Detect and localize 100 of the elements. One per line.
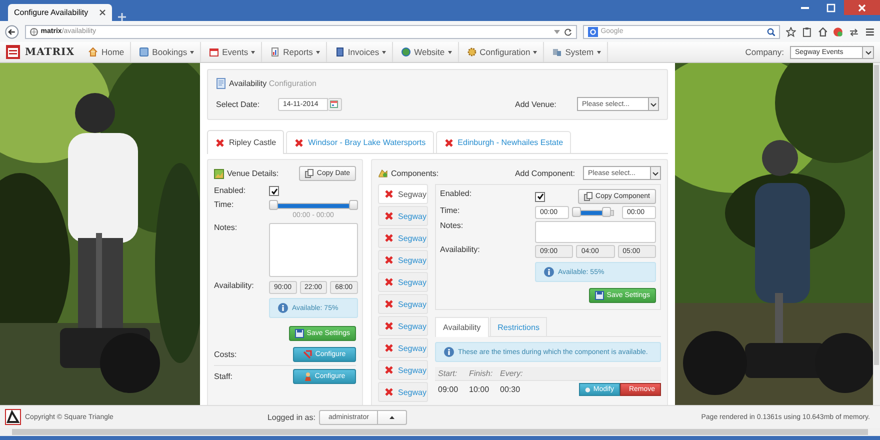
nav-menu-item[interactable]: Bookings — [133, 42, 202, 62]
slider-handle[interactable] — [572, 206, 581, 216]
minimize-icon — [801, 6, 809, 8]
info-icon — [544, 267, 554, 277]
field-label: Enabled: — [440, 189, 473, 198]
save-icon — [294, 329, 304, 338]
copy-icon — [304, 169, 314, 178]
venue-tab[interactable]: Ripley Castle — [207, 130, 284, 154]
check-icon — [270, 188, 278, 194]
venue-tab[interactable]: Edinburgh - Newhailes Estate — [436, 131, 572, 153]
maximize-icon — [826, 2, 836, 12]
globe-icon — [30, 28, 38, 36]
chevron-icon — [864, 50, 872, 54]
logo-icon — [6, 45, 20, 59]
calendar-button[interactable] — [328, 98, 342, 110]
notes-field[interactable] — [535, 221, 656, 243]
cross-icon — [384, 189, 394, 199]
cross-icon — [444, 138, 454, 148]
table-cell-text: 09:00 — [438, 385, 460, 394]
page-icon — [216, 78, 226, 89]
dropdown-icon — [552, 28, 561, 36]
venue-tab[interactable]: Windsor - Bray Lake Watersports — [286, 131, 434, 153]
field-label: Add Component: — [514, 168, 575, 178]
cross-icon — [215, 138, 225, 148]
close-button[interactable] — [844, 0, 880, 15]
cross-icon — [384, 277, 394, 287]
table-cell-text: 00:30 — [500, 385, 522, 394]
nav-menu-item[interactable]: Home — [82, 42, 132, 62]
reload-icon — [564, 28, 572, 36]
field-label: Time: — [214, 200, 235, 209]
field-label: Enabled: — [214, 186, 247, 195]
notes-field[interactable] — [269, 223, 358, 277]
close-icon — [857, 2, 867, 12]
check-icon — [536, 193, 544, 200]
table-cell-text: 10:00 — [469, 385, 490, 394]
slider-handle[interactable] — [602, 206, 612, 216]
checkbox[interactable] — [535, 192, 545, 202]
panel-heading: Venue Details: — [227, 169, 279, 178]
browser-tab[interactable]: Configure Availability — [8, 4, 112, 21]
info-icon — [444, 347, 454, 357]
cross-icon — [294, 138, 304, 148]
chevron-icon — [650, 102, 657, 106]
sync-icon — [849, 26, 860, 36]
copy-icon — [584, 192, 593, 201]
cross-icon — [384, 255, 394, 265]
column-header: Start: — [438, 369, 458, 378]
slider-handle[interactable] — [348, 200, 358, 210]
nav-menu-item[interactable]: Reports — [264, 42, 327, 62]
back-icon — [5, 24, 19, 38]
field-label: Add Venue: — [515, 100, 558, 108]
component-tab[interactable]: Segway — [378, 184, 428, 204]
scrollbar-thumb[interactable] — [12, 429, 868, 435]
column-header: Every: — [500, 369, 524, 378]
info-icon — [278, 303, 288, 313]
calendar-icon — [209, 47, 220, 57]
field-label: Staff: — [214, 372, 233, 381]
slider-handle[interactable] — [269, 200, 278, 210]
field-label: Costs: — [214, 350, 237, 359]
save-icon — [594, 291, 604, 300]
person-icon — [304, 372, 312, 381]
image-icon — [214, 168, 224, 178]
menu-icon — [865, 26, 876, 36]
field-label: Select Date: — [216, 100, 261, 108]
nav-menu-item[interactable]: Events — [203, 42, 262, 62]
app-logo[interactable]: MATRIX — [25, 46, 74, 58]
home-icon — [818, 26, 828, 36]
checkbox[interactable] — [269, 186, 279, 196]
cross-icon — [384, 365, 394, 375]
cross-icon — [384, 233, 394, 243]
field-label: Availability: — [440, 245, 481, 254]
company-label: Company: — [745, 47, 784, 57]
calendar-icon — [330, 100, 338, 108]
globe-icon — [401, 47, 412, 57]
star-icon — [786, 26, 796, 36]
caret-icon — [388, 414, 395, 420]
scrollbar-thumb[interactable] — [874, 65, 879, 365]
cross-icon — [384, 321, 394, 331]
clipboard-icon — [802, 26, 812, 36]
nav-menu-item[interactable]: System — [546, 42, 608, 62]
close-icon — [99, 9, 106, 16]
search-icon — [766, 28, 775, 36]
logo-icon — [5, 409, 21, 425]
chevron-icon — [652, 170, 659, 176]
cross-icon — [384, 387, 394, 397]
cross-icon — [384, 343, 394, 353]
logged-in-label: Logged in as: — [267, 412, 316, 422]
field-label: Notes: — [440, 221, 464, 230]
cross-icon — [384, 211, 394, 221]
panel-heading: Components: — [391, 168, 439, 178]
field-label: Notes: — [214, 223, 238, 232]
search-engine-icon — [588, 26, 598, 36]
page-title: Availability Configuration — [229, 79, 316, 88]
nav-menu-item[interactable]: Invoices — [328, 42, 394, 62]
tab[interactable]: Availability — [435, 317, 489, 337]
home-icon — [88, 47, 98, 57]
nav-menu-item[interactable]: Configuration — [460, 42, 544, 62]
plus-icon — [118, 13, 126, 21]
field-label: Availability: — [214, 281, 255, 290]
column-header: Finish: — [469, 369, 494, 378]
nav-menu-item[interactable]: Website — [395, 42, 459, 62]
